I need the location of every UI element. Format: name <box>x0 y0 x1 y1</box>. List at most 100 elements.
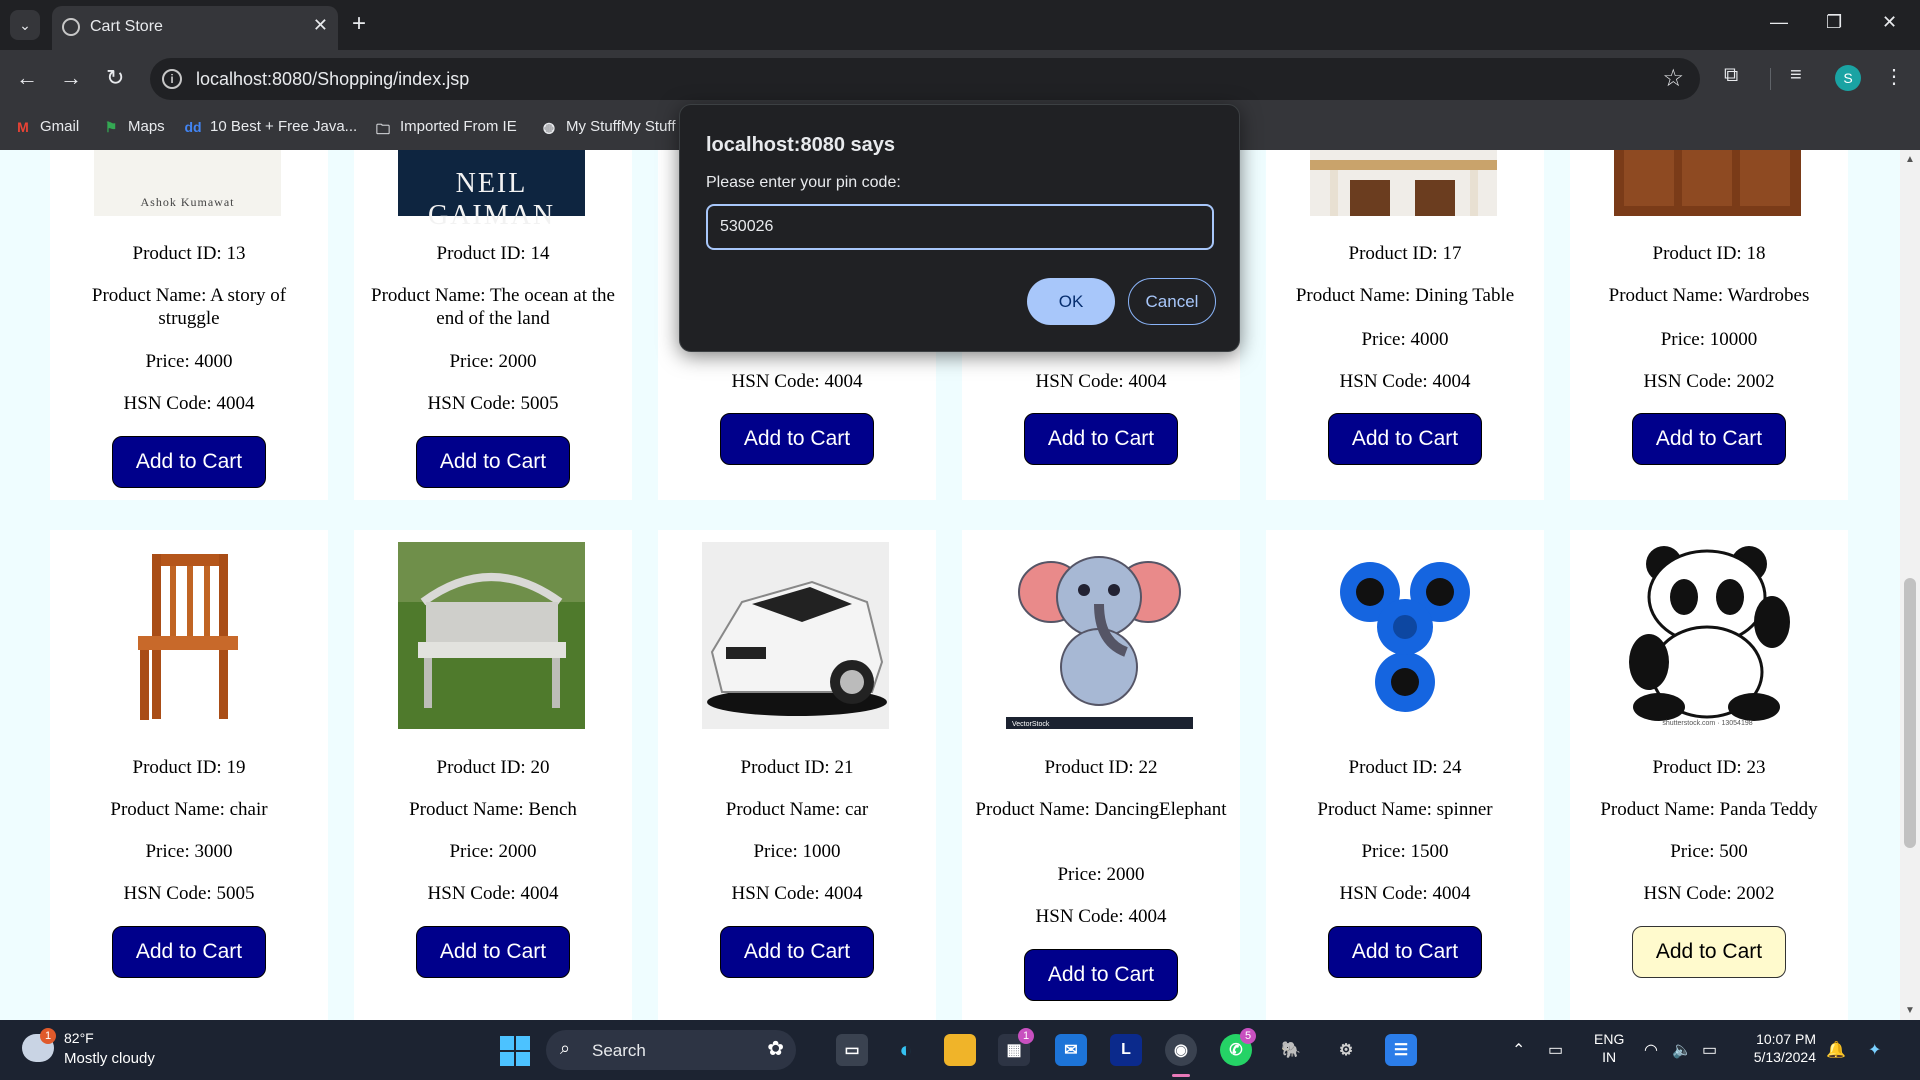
browser-toolbar: ← → ↻ i localhost:8080/Shopping/index.js… <box>0 50 1920 108</box>
tab-search-button[interactable]: ⌄ <box>10 10 40 40</box>
chrome-icon[interactable]: ◉ <box>1165 1034 1197 1066</box>
search-label: Search <box>592 1041 646 1060</box>
taskbar-search[interactable]: ⌕ Search ✿ <box>546 1030 796 1070</box>
temperature[interactable]: 82°F <box>64 1030 94 1046</box>
scrollbar-thumb[interactable] <box>1904 578 1916 848</box>
copilot-icon[interactable]: ✦ <box>1868 1040 1881 1060</box>
edge-icon[interactable]: ◐ <box>890 1034 922 1066</box>
chrome-active-indicator <box>1172 1074 1190 1077</box>
battery-icon[interactable]: ▭ <box>1702 1040 1717 1060</box>
add-to-cart-button[interactable]: Add to Cart <box>1632 926 1786 978</box>
wardrobe-illustration <box>1614 150 1801 216</box>
close-window-button[interactable]: ✕ <box>1882 12 1897 33</box>
bookmark-maps[interactable]: ⚑ Maps <box>102 118 165 135</box>
add-to-cart-button[interactable]: Add to Cart <box>112 926 266 978</box>
minimize-button[interactable]: — <box>1770 12 1788 33</box>
show-hidden-icons-icon[interactable]: ⌃ <box>1512 1040 1525 1060</box>
add-to-cart-button[interactable]: Add to Cart <box>416 926 570 978</box>
site-info-icon[interactable]: i <box>162 69 182 89</box>
product-hsn: HSN Code: 4004 <box>731 371 863 392</box>
add-to-cart-button[interactable]: Add to Cart <box>1328 926 1482 978</box>
url-text[interactable]: localhost:8080/Shopping/index.jsp <box>196 69 469 90</box>
toolbar-divider <box>1770 68 1771 90</box>
mail-icon[interactable]: ✉ <box>1055 1034 1087 1066</box>
pin-code-input[interactable] <box>706 204 1214 250</box>
globe-icon <box>62 18 80 36</box>
product-name: Product Name: DancingElephant <box>975 799 1227 820</box>
forward-button[interactable]: → <box>60 64 82 92</box>
product-name: Product Name: spinner <box>1317 799 1493 820</box>
product-image-bench <box>398 542 585 729</box>
address-bar[interactable]: i localhost:8080/Shopping/index.jsp ☆ <box>150 58 1700 100</box>
folder-icon: 🗀 <box>376 120 390 137</box>
product-hsn: HSN Code: 5005 <box>427 393 559 414</box>
menu-icon[interactable]: ⋮ <box>1884 64 1904 89</box>
bookmark-folder-ie[interactable]: 🗀 Imported From IE <box>374 118 517 137</box>
date: 5/13/2024 <box>1753 1049 1816 1065</box>
back-button[interactable]: ← <box>16 64 38 92</box>
windows-start-icon[interactable] <box>500 1036 530 1066</box>
add-to-cart-button[interactable]: Add to Cart <box>720 926 874 978</box>
reload-button[interactable]: ↻ <box>106 64 124 92</box>
ok-button[interactable]: OK <box>1027 278 1115 325</box>
dialog-message: Please enter your pin code: <box>706 174 901 191</box>
task-view-icon[interactable]: ▭ <box>836 1034 868 1066</box>
windows-taskbar: 1 82°F Mostly cloudy ⌕ Search ✿ ▭ ◐ ▦ 1 … <box>0 1020 1920 1080</box>
product-name: Product Name: Wardrobes <box>1608 285 1810 306</box>
product-price: Price: 10000 <box>1660 329 1758 350</box>
notepad-icon[interactable]: ☰ <box>1385 1034 1417 1066</box>
prompt-dialog: localhost:8080 says Please enter your pi… <box>679 104 1240 352</box>
add-to-cart-button[interactable]: Add to Cart <box>720 413 874 465</box>
launcher-icon[interactable]: L <box>1110 1034 1142 1066</box>
product-id: Product ID: 23 <box>1652 757 1766 778</box>
product-name: Product Name: Bench <box>409 799 577 820</box>
product-hsn: HSN Code: 4004 <box>1339 883 1471 904</box>
add-to-cart-button[interactable]: Add to Cart <box>1024 949 1178 1001</box>
product-price: Price: 2000 <box>449 841 537 862</box>
scroll-down-arrow-icon[interactable]: ▼ <box>1905 1005 1915 1016</box>
bookmark-star-icon[interactable]: ☆ <box>1662 64 1684 93</box>
product-image-wardrobe <box>1614 150 1801 216</box>
bookmark-my-stuff[interactable]: ◍ My StuffMy Stuff <box>540 118 676 135</box>
product-id: Product ID: 22 <box>1044 757 1158 778</box>
file-explorer-icon[interactable] <box>944 1034 976 1066</box>
bookmark-gmail[interactable]: M Gmail <box>14 118 79 135</box>
product-card-21: Product ID: 21 Product Name: car Price: … <box>658 530 936 1020</box>
postgres-icon[interactable]: 🐘 <box>1275 1034 1307 1066</box>
cancel-button[interactable]: Cancel <box>1128 278 1216 325</box>
clock[interactable]: 10:07 PM 5/13/2024 <box>1746 1030 1816 1066</box>
media-control-icon[interactable]: ≡ <box>1790 64 1802 87</box>
extensions-icon[interactable]: ⧉ <box>1724 64 1738 87</box>
scroll-up-arrow-icon[interactable]: ▲ <box>1905 154 1915 165</box>
add-to-cart-button[interactable]: Add to Cart <box>416 436 570 488</box>
add-to-cart-button[interactable]: Add to Cart <box>1632 413 1786 465</box>
keyboard-icon[interactable]: ▭ <box>1548 1040 1563 1060</box>
product-card-19: Product ID: 19 Product Name: chair Price… <box>50 530 328 1020</box>
product-image-dining-table <box>1310 150 1497 216</box>
weather-condition[interactable]: Mostly cloudy <box>64 1050 155 1067</box>
tab-bar: ⌄ Cart Store ✕ + — ❐ ✕ <box>0 0 1920 50</box>
product-hsn: HSN Code: 4004 <box>1035 906 1167 927</box>
notification-bell-icon[interactable]: 🔔 <box>1826 1040 1846 1060</box>
lotus-icon: ✿ <box>767 1038 784 1060</box>
restore-button[interactable]: ❐ <box>1826 12 1842 33</box>
gmail-icon: M <box>17 118 29 135</box>
add-to-cart-button[interactable]: Add to Cart <box>1328 413 1482 465</box>
add-to-cart-button[interactable]: Add to Cart <box>1024 413 1178 465</box>
bookmark-java[interactable]: dd 10 Best + Free Java... <box>184 118 357 135</box>
language-indicator[interactable]: ENG IN <box>1594 1030 1624 1066</box>
chair-illustration <box>138 554 238 720</box>
profile-avatar[interactable]: S <box>1835 65 1861 91</box>
wifi-icon[interactable]: ◠ <box>1644 1040 1658 1060</box>
active-tab[interactable]: Cart Store ✕ <box>52 6 338 50</box>
page-scrollbar[interactable]: ▲ ▼ <box>1900 150 1920 1020</box>
product-name: Product Name: car <box>725 799 869 820</box>
new-tab-button[interactable]: + <box>352 10 366 38</box>
volume-icon[interactable]: 🔈 <box>1672 1040 1692 1060</box>
product-image-car <box>702 542 889 729</box>
settings-gear-icon[interactable]: ⚙ <box>1330 1034 1362 1066</box>
product-hsn: HSN Code: 4004 <box>1035 371 1167 392</box>
close-tab-icon[interactable]: ✕ <box>313 15 328 36</box>
add-to-cart-button[interactable]: Add to Cart <box>112 436 266 488</box>
product-card-13: Ashok Kumawat Product ID: 13 Product Nam… <box>50 150 328 500</box>
